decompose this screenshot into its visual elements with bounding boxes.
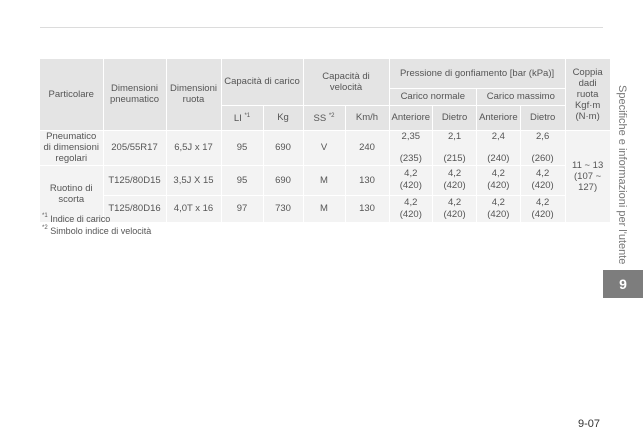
speed-kmh: 240: [345, 130, 390, 165]
chapter-tab: 9: [603, 270, 643, 298]
load-index: 95: [221, 130, 264, 165]
header-dietro-normale: Dietro: [432, 105, 478, 131]
footnote-2: *2 Simbolo indice di velocità: [42, 225, 152, 236]
header-anteriore-massimo: Anteriore: [476, 105, 521, 131]
load-kg: 690: [263, 164, 304, 195]
pressure-rear-max: 4,2 (420): [520, 194, 566, 222]
page-number: 9-07: [578, 418, 601, 430]
speed-symbol: M: [303, 164, 346, 195]
header-li: LI *1: [221, 105, 264, 131]
tire-spec-table: Particolare Dimensioni pneumatico Dimens…: [40, 59, 611, 222]
pressure-front-normal: 2,35 (235): [389, 130, 434, 165]
wheel-size: 4,0T x 16: [166, 194, 222, 222]
pressure-front-max: 4,2 (420): [476, 164, 521, 195]
load-kg: 690: [263, 130, 304, 165]
pressure-rear-max: 2,6 (260): [520, 130, 566, 165]
wheel-size: 3,5J X 15: [166, 164, 222, 195]
wheel-size: 6,5J x 17: [166, 130, 222, 165]
footnote-1: *1 Indice di carico: [42, 213, 111, 224]
table-row: Pneumatico di dimensioni regolari 205/55…: [40, 130, 611, 222]
speed-kmh: 130: [345, 164, 390, 195]
speed-symbol: M: [303, 194, 346, 222]
header-particolare: Particolare: [40, 59, 104, 131]
top-divider: [40, 27, 603, 28]
header-carico-normale: Carico normale: [389, 88, 478, 106]
header-pressione: Pressione di gonfiamento [bar (kPa)]: [389, 59, 566, 89]
header-dimensioni-pneumatico: Dimensioni pneumatico: [103, 59, 167, 131]
load-index: 95: [221, 164, 264, 195]
table-row: Ruotino di scorta T125/80D15 3,5J X 15 9…: [40, 164, 610, 222]
header-kmh: Km/h: [345, 105, 390, 131]
pressure-front-max: 2,4 (240): [476, 130, 521, 165]
pressure-front-normal: 4,2 (420): [389, 164, 434, 195]
header-capacita-velocita: Capacità di velocità: [303, 59, 390, 106]
speed-kmh: 130: [345, 194, 390, 222]
pressure-rear-normal: 2,1 (215): [432, 130, 478, 165]
pressure-rear-max: 4,2 (420): [520, 164, 566, 195]
group-pneumatico-regolari: Pneumatico di dimensioni regolari: [40, 130, 104, 165]
pressure-rear-normal: 4,2 (420): [432, 164, 478, 195]
chapter-side-title: Specifiche e informazioni per l'utente: [616, 85, 628, 265]
load-index: 97: [221, 194, 264, 222]
header-anteriore-normale: Anteriore: [389, 105, 434, 131]
header-kg: Kg: [263, 105, 304, 131]
header-dietro-massimo: Dietro: [520, 105, 566, 131]
footnotes: *1 Indice di carico *2 Simbolo indice di…: [42, 213, 151, 237]
tire-size: 205/55R17: [103, 130, 167, 165]
header-carico-massimo: Carico massimo: [476, 88, 566, 106]
header-coppia: Coppia dadi ruota Kgf·m (N·m): [565, 59, 611, 131]
coppia-value: 11 ~ 13 (107 ~ 127): [565, 130, 611, 222]
header-capacita-carico: Capacità di carico: [221, 59, 304, 106]
header-ss: SS *2: [303, 105, 346, 131]
pressure-front-normal: 4,2 (420): [389, 194, 434, 222]
header-dimensioni-ruota: Dimensioni ruota: [166, 59, 222, 131]
load-kg: 730: [263, 194, 304, 222]
pressure-front-max: 4,2 (420): [476, 194, 521, 222]
speed-symbol: V: [303, 130, 346, 165]
tire-size: T125/80D15: [103, 164, 167, 195]
pressure-rear-normal: 4,2 (420): [432, 194, 478, 222]
